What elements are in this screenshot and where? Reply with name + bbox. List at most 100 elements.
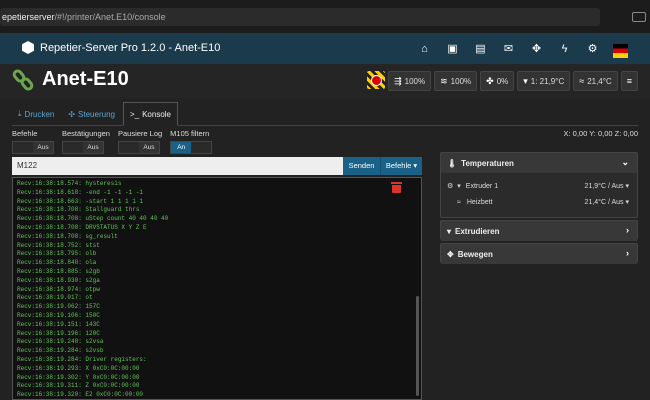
- chevron-right-icon: ›: [626, 225, 629, 235]
- console-line: Recv:16:38:19.106: 150C: [17, 311, 100, 319]
- mail-icon[interactable]: ✉: [501, 42, 516, 56]
- console-line: Recv:16:38:18.974: otpw: [17, 285, 100, 293]
- console-line: Recv:16:38:19.320: E2 0xC0:0C:00:00: [17, 391, 144, 399]
- temperatures-header[interactable]: 🌡 Temperaturen ⌄: [441, 153, 637, 173]
- console-line: Recv:16:38:18.618: -end -1 -1 -1 -1: [17, 188, 144, 196]
- m105-filter-toggle[interactable]: An: [170, 141, 213, 154]
- pause-log-toggle[interactable]: Aus: [117, 141, 160, 154]
- console-line: Recv:16:38:19.311: Z 0xC0:0C:00:00: [17, 382, 140, 390]
- console-line: Recv:16:38:18.752: stst: [17, 241, 100, 249]
- acknowledgements-toggle[interactable]: Aus: [62, 141, 104, 154]
- console-line: Recv:16:38:19.284: Driver registers:: [17, 355, 147, 363]
- address-bar[interactable]: epetierserver/#!/printer/Anet.E10/consol…: [0, 8, 600, 26]
- hamburger-icon: ≡: [626, 76, 632, 86]
- bed-temp-row: ≈ Heizbett 21,4°C / Aus ▾: [457, 198, 629, 207]
- thermometer-icon: 🌡: [447, 158, 458, 168]
- console-line: Recv:16:38:19.240: s2vsa: [17, 338, 104, 346]
- command-bar: Senden Befehle ▾: [12, 157, 422, 175]
- extrude-header[interactable]: ▾ Extrudieren ›: [441, 221, 637, 241]
- gear-icon[interactable]: ⚙: [447, 182, 453, 190]
- console-line: Recv:16:38:18.708: sg_result: [17, 232, 118, 240]
- extruder-icon: ▾: [457, 183, 461, 190]
- menu-button[interactable]: ≡: [620, 71, 638, 91]
- chevron-down-icon: ⌄: [621, 157, 629, 167]
- fan-status[interactable]: ✤ 0%: [480, 71, 515, 91]
- fan-icon: ✤: [486, 75, 494, 86]
- console-line: Recv:16:38:19.284: s2vsb: [17, 347, 104, 355]
- commands-toggle[interactable]: Aus: [12, 141, 54, 154]
- command-input[interactable]: [12, 157, 343, 175]
- extruder-temp-status[interactable]: ▾ 1: 21,9°C: [517, 71, 571, 91]
- console-line: Recv:16:38:18.708: Stallguard thrs: [17, 206, 140, 214]
- brand[interactable]: Repetier-Server Pro 1.2.0 - Anet-E10: [22, 41, 220, 54]
- running-icon: ⇶: [394, 75, 402, 86]
- console-lines: Recv:16:38:18.574: hysteresis Recv:16:38:…: [13, 178, 421, 399]
- printer-name: Anet-E10: [42, 68, 129, 90]
- extruder-icon: ▾: [447, 226, 452, 236]
- tab-console[interactable]: >_ Konsole: [122, 102, 179, 126]
- chevron-right-icon: ›: [626, 248, 629, 258]
- extension-icon[interactable]: [632, 12, 646, 22]
- flow-icon: ≋: [440, 75, 448, 86]
- temperatures-panel: 🌡 Temperaturen ⌄ ⚙ ▾ Extruder 1 21,9°C /…: [440, 152, 638, 218]
- console-line: Recv:16:38:18.708: uStep count 40 40 40 …: [17, 215, 169, 223]
- move-header[interactable]: ✥ Bewegen ›: [441, 244, 637, 264]
- bed-temp-status[interactable]: ≈21,4°C: [573, 71, 618, 91]
- speed-status[interactable]: ⇶ 100%: [388, 71, 432, 91]
- gear-icon[interactable]: ⚙: [585, 42, 600, 56]
- flag-de-icon[interactable]: [613, 44, 628, 58]
- move-icon[interactable]: ✥: [529, 42, 544, 56]
- link-icon: [10, 66, 36, 93]
- trash-icon[interactable]: [391, 182, 402, 193]
- extruder-temp-row: ⚙ ▾ Extruder 1 21,9°C / Aus ▾: [447, 182, 629, 191]
- position-readout: X: 0,00 Y: 0,00 Z: 0,00: [563, 129, 639, 138]
- console-scrollbar[interactable]: [416, 296, 419, 396]
- print-icon: ⤓: [18, 109, 22, 118]
- emergency-stop-button[interactable]: [367, 71, 386, 89]
- extruder-icon: ▾: [523, 75, 528, 86]
- control-icon: ✣: [68, 109, 76, 119]
- heatbed-icon: ≈: [457, 198, 461, 206]
- flow-status[interactable]: ≋ 100%: [434, 71, 478, 91]
- console-line: Recv:16:38:19.062: 157C: [17, 303, 100, 311]
- commands-dropdown[interactable]: Befehle ▾: [380, 157, 422, 175]
- send-button[interactable]: Senden: [343, 157, 380, 175]
- extrude-panel: ▾ Extrudieren ›: [440, 220, 638, 241]
- console-line: Recv:16:38:19.196: 120C: [17, 329, 100, 337]
- app-title: Repetier-Server Pro 1.2.0 - Anet-E10: [40, 41, 221, 54]
- console-line: Recv:16:38:18.795: olb: [17, 250, 97, 258]
- console-line: Recv:16:38:19.302: Y 0xC0:0C:00:00: [17, 373, 140, 381]
- move-panel: ✥ Bewegen ›: [440, 243, 638, 264]
- console-line: Recv:16:38:18.840: ola: [17, 259, 97, 267]
- console-filters: Befehle Aus Bestätigungen Aus Pausiere L…: [12, 129, 213, 154]
- heatbed-icon: ≈: [579, 76, 585, 86]
- console-line: Recv:16:38:19.017: ot: [17, 294, 93, 302]
- console-output[interactable]: Recv:16:38:18.574: hysteresis Recv:16:38:…: [12, 177, 422, 400]
- printer-header: Anet-E10 ⇶ 100% ≋ 100% ✤ 0% ▾ 1: 21,9°C ≈21,…: [0, 64, 650, 98]
- tab-print[interactable]: ⤓ Drucken: [12, 102, 60, 126]
- console-line: Recv:16:38:18.885: s2gb: [17, 267, 100, 275]
- box-icon[interactable]: ▣: [445, 42, 460, 56]
- tab-bar: ⤓ Drucken ✣ Steuerung >_ Konsole: [12, 102, 638, 126]
- browser-toolbar: epetierserver/#!/printer/Anet.E10/consol…: [0, 0, 650, 34]
- console-line: Recv:16:38:18.663: -start 1 1 1 1 1: [17, 197, 144, 205]
- app-navbar: Repetier-Server Pro 1.2.0 - Anet-E10 ⌂ ▣…: [0, 34, 650, 64]
- stop-icon: [370, 74, 382, 86]
- move-icon: ✥: [447, 249, 454, 259]
- console-line: Recv:16:38:19.293: X 0xC0:0C:00:00: [17, 364, 140, 372]
- tab-control[interactable]: ✣ Steuerung: [62, 102, 121, 126]
- filter-label: Bestätigungen: [62, 129, 110, 138]
- home-icon[interactable]: ⌂: [417, 42, 432, 56]
- extruder-temp-select[interactable]: 21,9°C / Aus ▾: [585, 182, 629, 190]
- console-line: Recv:16:38:18.708: DRVSTATUS X Y Z E: [17, 223, 147, 231]
- bed-temp-select[interactable]: 21,4°C / Aus ▾: [585, 198, 629, 206]
- console-line: Recv:16:38:18.930: s2ga: [17, 276, 100, 284]
- print-icon[interactable]: ▤: [473, 42, 488, 56]
- repetier-logo-icon: [22, 41, 34, 54]
- caret-down-icon: ▾: [413, 161, 418, 170]
- filter-label: Befehle: [12, 129, 38, 138]
- filter-label: M105 filtern: [170, 129, 210, 138]
- filter-label: Pausiere Log: [117, 129, 163, 138]
- console-line: Recv:16:38:18.574: hysteresis: [17, 180, 122, 187]
- bolt-icon[interactable]: ϟ: [557, 42, 572, 56]
